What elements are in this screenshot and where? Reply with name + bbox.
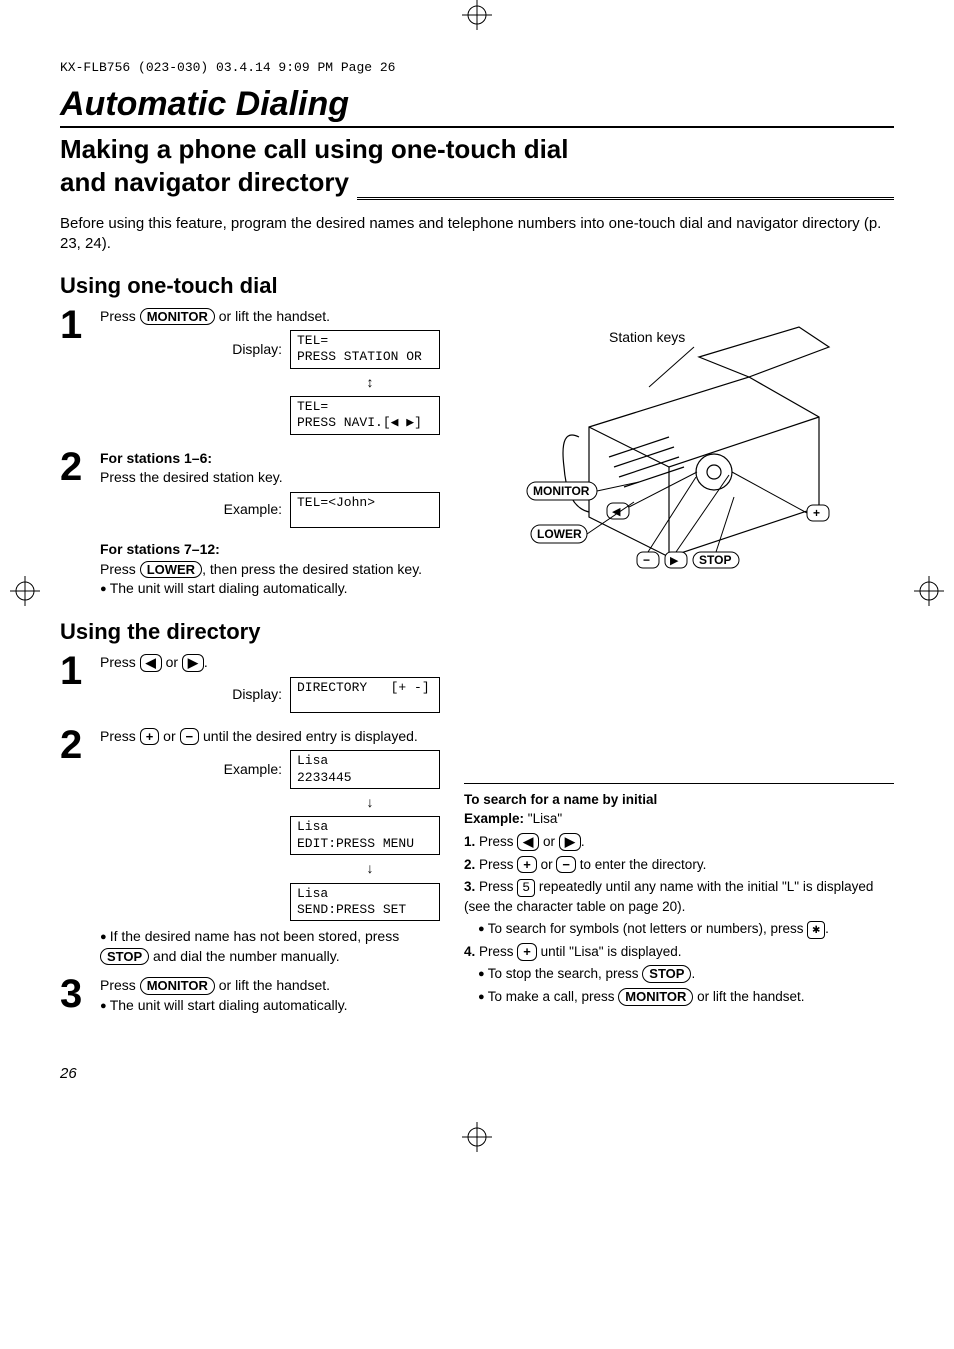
step1-text-post: or lift the handset. <box>215 308 330 324</box>
section-heading-onetouch: Using one-touch dial <box>60 273 894 299</box>
step-number: 2 <box>60 727 90 763</box>
device-illustration: Station keys MONITOR ◀ <box>464 307 894 592</box>
dir2-mid: or <box>159 728 179 744</box>
stations-7-12-post: , then press the desired station key. <box>202 561 422 577</box>
step-number: 3 <box>60 976 90 1012</box>
dir3-pre: Press <box>100 977 140 993</box>
down-arrow-icon: ↓ <box>300 793 440 813</box>
digit-5-key: 5 <box>517 879 535 897</box>
search-by-initial-box: To search for a name by initial Example:… <box>464 783 894 1007</box>
stations-1-6-text: Press the desired station key. <box>100 468 440 488</box>
lcd-display: Lisa EDIT:PRESS MENU <box>290 816 440 855</box>
running-header: KX-FLB756 (023-030) 03.4.14 9:09 PM Page… <box>60 60 894 75</box>
dir3-bullet: The unit will start dialing automaticall… <box>100 996 440 1016</box>
illus-lower: LOWER <box>537 527 582 541</box>
illus-monitor: MONITOR <box>533 484 590 498</box>
dir1-post: . <box>204 654 208 670</box>
crop-mark-top <box>0 0 954 30</box>
illus-right: ▶ <box>670 555 679 567</box>
step-1: 1 Press MONITOR or lift the handset. Dis… <box>60 307 440 439</box>
right-arrow-key: ▶ <box>559 833 581 851</box>
divider <box>357 197 894 200</box>
step-number: 1 <box>60 307 90 343</box>
page-subtitle-line1: Making a phone call using one-touch dial <box>60 134 894 165</box>
dir-step-1: 1 Press ◀ or ▶. Display: DIRECTORY [+ -] <box>60 653 440 717</box>
minus-key: − <box>556 856 576 874</box>
dir1-pre: Press <box>100 654 140 670</box>
section-heading-directory: Using the directory <box>60 619 894 645</box>
page-title: Automatic Dialing <box>60 85 894 128</box>
lcd-display: Lisa 2233445 <box>290 750 440 789</box>
step1-text-pre: Press <box>100 308 140 324</box>
stations-1-6-label: For stations 1–6: <box>100 450 212 466</box>
updown-arrow-icon: ↕ <box>300 373 440 393</box>
lcd-display: TEL= PRESS NAVI.[◀ ▶] <box>290 396 440 435</box>
sidebox-example-label: Example: <box>464 811 524 826</box>
page-subtitle-line2: and navigator directory <box>60 167 349 198</box>
display-label: Display: <box>232 340 282 360</box>
dir2-post: until the desired entry is displayed. <box>199 728 418 744</box>
plus-key: + <box>140 728 160 746</box>
step-2: 2 For stations 1–6: Press the desired st… <box>60 449 440 599</box>
lower-key: LOWER <box>140 561 202 579</box>
down-arrow-icon: ↓ <box>300 859 440 879</box>
minus-key: − <box>180 728 200 746</box>
dir1-or: or <box>162 654 182 670</box>
lcd-display: TEL= PRESS STATION OR <box>290 330 440 369</box>
dir-step-3: 3 Press MONITOR or lift the handset. The… <box>60 976 440 1015</box>
dir3-post: or lift the handset. <box>215 977 330 993</box>
step-number: 2 <box>60 449 90 485</box>
dir2-bullet: If the desired name has not been stored,… <box>100 927 440 966</box>
station-keys-label: Station keys <box>609 329 685 345</box>
illus-plus: + <box>813 506 820 520</box>
right-arrow-key: ▶ <box>182 654 204 672</box>
plus-key: + <box>517 943 537 961</box>
lcd-display: TEL=<John> <box>290 492 440 528</box>
plus-key: + <box>517 856 537 874</box>
step-number: 1 <box>60 653 90 689</box>
display-label: Display: <box>232 685 282 705</box>
star-key: ✱ <box>807 921 825 939</box>
monitor-key: MONITOR <box>140 977 215 995</box>
sidebox-heading: To search for a name by initial <box>464 792 657 807</box>
page-number: 26 <box>60 1065 894 1082</box>
stop-key: STOP <box>100 948 149 966</box>
lcd-display: DIRECTORY [+ -] <box>290 677 440 713</box>
lcd-display: Lisa SEND:PRESS SET <box>290 883 440 922</box>
illus-minus: − <box>643 553 650 567</box>
stop-key: STOP <box>642 965 691 983</box>
illus-stop: STOP <box>699 553 731 567</box>
crop-mark-bottom <box>0 1122 954 1152</box>
dir-step-2: 2 Press + or − until the desired entry i… <box>60 727 440 966</box>
left-arrow-key: ◀ <box>140 654 162 672</box>
left-arrow-key: ◀ <box>517 833 539 851</box>
step2-bullet: The unit will start dialing automaticall… <box>100 579 440 599</box>
crop-mark-right <box>914 576 944 606</box>
example-label: Example: <box>224 500 282 520</box>
stations-7-12-pre: Press <box>100 561 140 577</box>
crop-mark-left <box>10 576 40 606</box>
monitor-key: MONITOR <box>618 988 693 1006</box>
stations-7-12-label: For stations 7–12: <box>100 541 220 557</box>
monitor-key: MONITOR <box>140 308 215 326</box>
intro-text: Before using this feature, program the d… <box>60 214 894 255</box>
sidebox-example-val: "Lisa" <box>524 811 562 826</box>
dir2-pre: Press <box>100 728 140 744</box>
example-label: Example: <box>224 760 282 780</box>
